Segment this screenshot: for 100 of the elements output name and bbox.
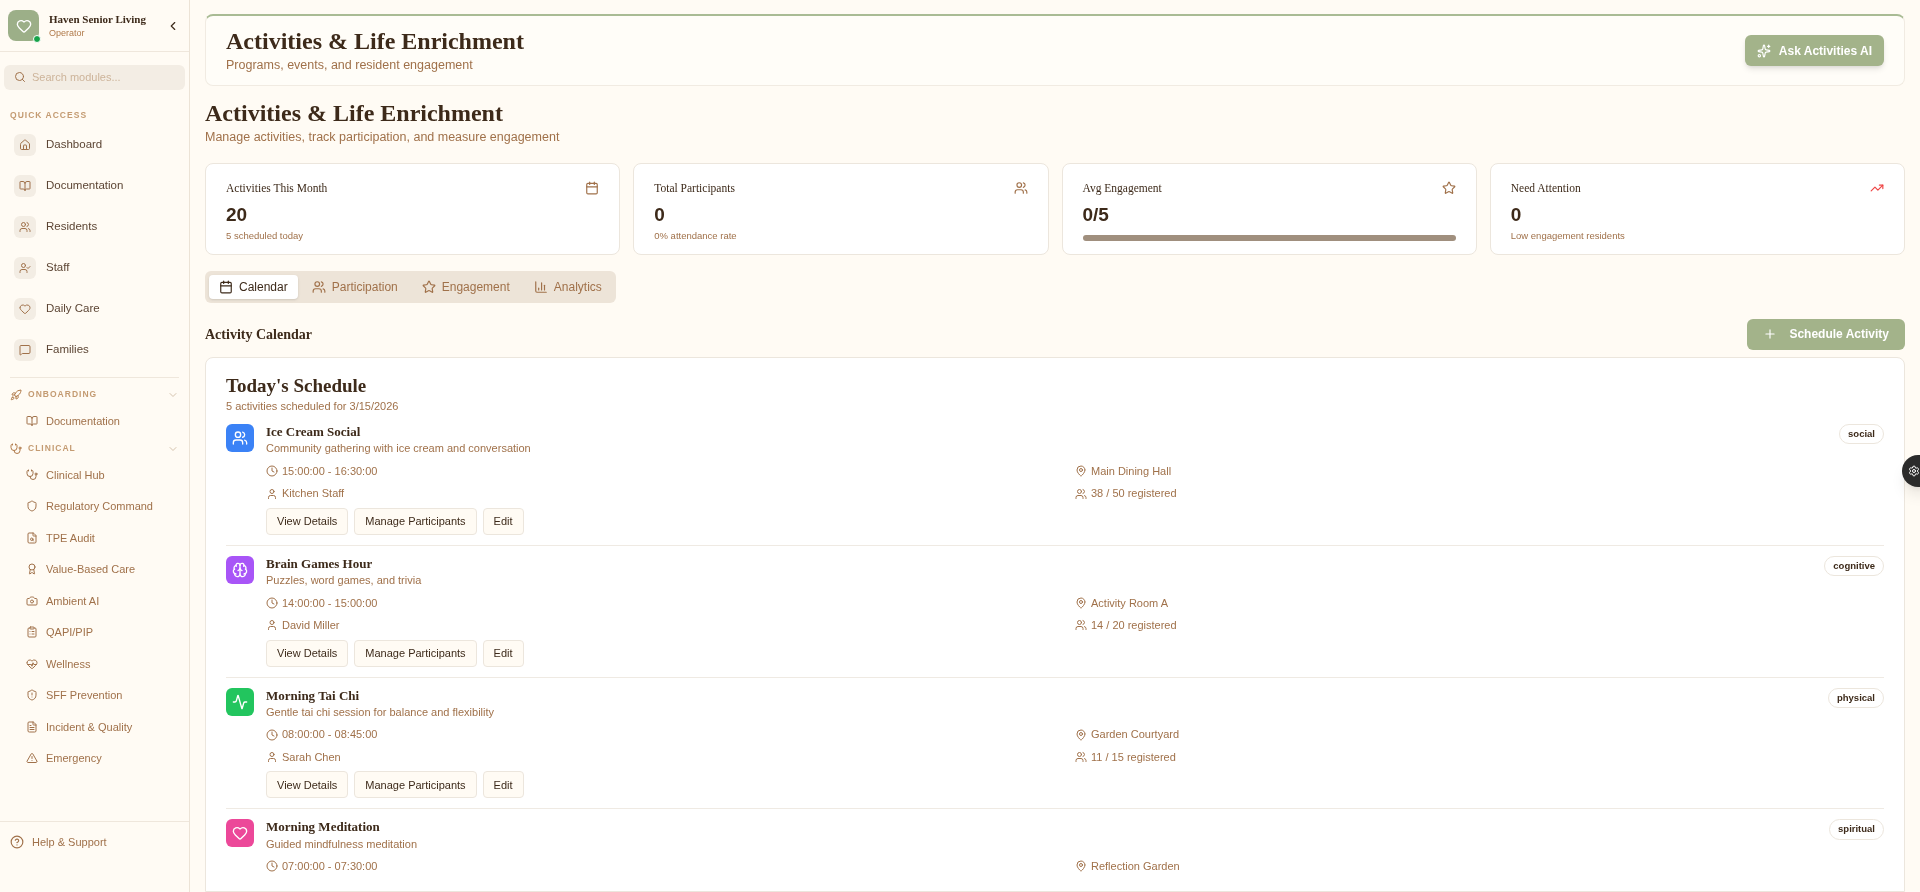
stat-value: 0/5: [1082, 203, 1110, 227]
nav-item[interactable]: Clinical Hub: [26, 463, 179, 486]
user-check-icon: [19, 261, 31, 274]
users-icon: [232, 430, 248, 446]
help-link[interactable]: Help & Support: [10, 833, 179, 850]
nav-item[interactable]: Emergency: [26, 747, 179, 770]
tab[interactable]: Participation: [301, 274, 408, 299]
action-button[interactable]: View Details: [266, 771, 349, 799]
group-header[interactable]: CLINICAL: [10, 439, 179, 458]
activity-description: Community gathering with ice cream and conversation: [266, 441, 531, 457]
nav-item[interactable]: SFF Prevention: [26, 684, 179, 707]
nav-item[interactable]: Wellness: [26, 652, 179, 675]
heart-icon: [232, 825, 248, 842]
nav-label: Families: [46, 342, 89, 358]
users-icon: [1075, 619, 1087, 632]
chat-icon: [19, 343, 31, 356]
nav-label: Staff: [46, 260, 70, 276]
group-label: ONBOARDING: [28, 388, 99, 402]
person-icon: [266, 751, 278, 763]
group-header[interactable]: ONBOARDING: [10, 385, 179, 404]
activity-name: Ice Cream Social: [266, 424, 362, 441]
nav-item[interactable]: Residents: [14, 215, 175, 238]
registration-count: 14 / 20 registered: [1091, 618, 1177, 633]
nav-item[interactable]: Ambient AI: [26, 589, 179, 612]
action-button[interactable]: View Details: [266, 639, 349, 667]
nav-label: Documentation: [46, 178, 124, 194]
tab[interactable]: Analytics: [523, 274, 612, 299]
activity-name: Morning Tai Chi: [266, 687, 361, 704]
nav-item[interactable]: Regulatory Command: [26, 495, 179, 518]
users-icon: [1075, 751, 1087, 763]
nav-item[interactable]: Incident & Quality: [26, 715, 179, 738]
action-button[interactable]: View Details: [266, 507, 349, 535]
shield-icon: [26, 500, 38, 513]
stat-note: 0% attendance rate: [654, 228, 738, 243]
book-icon: [26, 414, 38, 427]
search-field[interactable]: Search modules...: [4, 64, 185, 90]
nav-item[interactable]: Documentation: [14, 174, 175, 197]
page-subtitle: Manage activities, track participation, and measure engagement: [205, 129, 561, 146]
star-icon: [421, 279, 436, 294]
clipboard-icon: [26, 626, 38, 639]
stat-value: 20: [226, 203, 249, 227]
action-button[interactable]: Edit: [482, 639, 524, 667]
nav-label: QAPI/PIP: [46, 625, 94, 640]
action-button[interactable]: Edit: [482, 771, 524, 799]
stat-label: Total Participants: [654, 180, 735, 197]
users-icon: [311, 279, 326, 294]
users-icon: [1075, 487, 1087, 500]
action-button[interactable]: Edit: [482, 507, 524, 535]
document-icon: [26, 720, 38, 733]
activity-description: Gentle tai chi session for balance and flexibility: [266, 704, 495, 720]
clock-icon: [266, 728, 278, 741]
activity-time: 07:00:00 - 07:30:00: [282, 859, 378, 874]
activity-leader: Sarah Chen: [282, 749, 341, 765]
activity-location: Garden Courtyard: [1091, 727, 1180, 743]
clock-icon: [266, 860, 278, 873]
activity-time: 14:00:00 - 15:00:00: [282, 595, 378, 611]
action-button[interactable]: Manage Participants: [354, 771, 477, 799]
nav-item[interactable]: Daily Care: [14, 297, 175, 320]
stat-note: 5 scheduled today: [226, 228, 305, 243]
nav-item[interactable]: TPE Audit: [26, 526, 179, 549]
nav-item[interactable]: QAPI/PIP: [26, 621, 179, 644]
home-icon: [19, 138, 31, 151]
activity-leader: Kitchen Staff: [282, 486, 345, 502]
header-subtitle: Programs, events, and resident engagement: [226, 57, 474, 75]
gear-icon: [1908, 465, 1920, 477]
nav-item[interactable]: Families: [14, 338, 175, 361]
section-label: QUICK ACCESS: [9, 109, 89, 122]
action-button[interactable]: Manage Participants: [354, 507, 477, 535]
activity-time: 15:00:00 - 16:30:00: [282, 463, 378, 479]
nav-label: Clinical Hub: [46, 467, 105, 483]
registration-count: 38 / 50 registered: [1091, 486, 1177, 502]
calendar-icon: [585, 181, 600, 196]
ask-ai-button[interactable]: Ask Activities AI: [1744, 35, 1884, 66]
nav-label: Dashboard: [46, 137, 103, 153]
person-icon: [266, 487, 278, 500]
camera-icon: [26, 594, 38, 607]
heart-icon: [15, 17, 32, 34]
heart-pulse-icon: [26, 657, 38, 670]
activity-name: Morning Meditation: [266, 819, 381, 836]
nav-item[interactable]: Staff: [14, 256, 175, 279]
schedule-activity-button[interactable]: Schedule Activity: [1747, 318, 1905, 350]
header-title: Activities & Life Enrichment: [226, 27, 525, 57]
nav-item[interactable]: Documentation: [26, 409, 179, 432]
search-icon: [14, 70, 26, 83]
action-button[interactable]: Manage Participants: [354, 639, 477, 667]
activity-time: 08:00:00 - 08:45:00: [282, 727, 378, 743]
pin-icon: [1075, 465, 1087, 477]
tab[interactable]: Engagement: [411, 274, 520, 299]
page-title: Activities & Life Enrichment: [205, 99, 504, 128]
nav-label: Documentation: [46, 413, 120, 429]
group-label: CLINICAL: [28, 442, 77, 456]
nav-label: Wellness: [46, 656, 91, 672]
nav-item[interactable]: Value-Based Care: [26, 558, 179, 581]
star-icon: [1441, 181, 1456, 196]
stat-label: Activities This Month: [226, 180, 328, 196]
calendar-icon: [219, 279, 233, 294]
tab[interactable]: Calendar: [209, 274, 298, 299]
nav-item[interactable]: Dashboard: [14, 133, 175, 156]
activity-location: Main Dining Hall: [1091, 463, 1172, 479]
activity-description: Guided mindfulness meditation: [266, 836, 418, 852]
